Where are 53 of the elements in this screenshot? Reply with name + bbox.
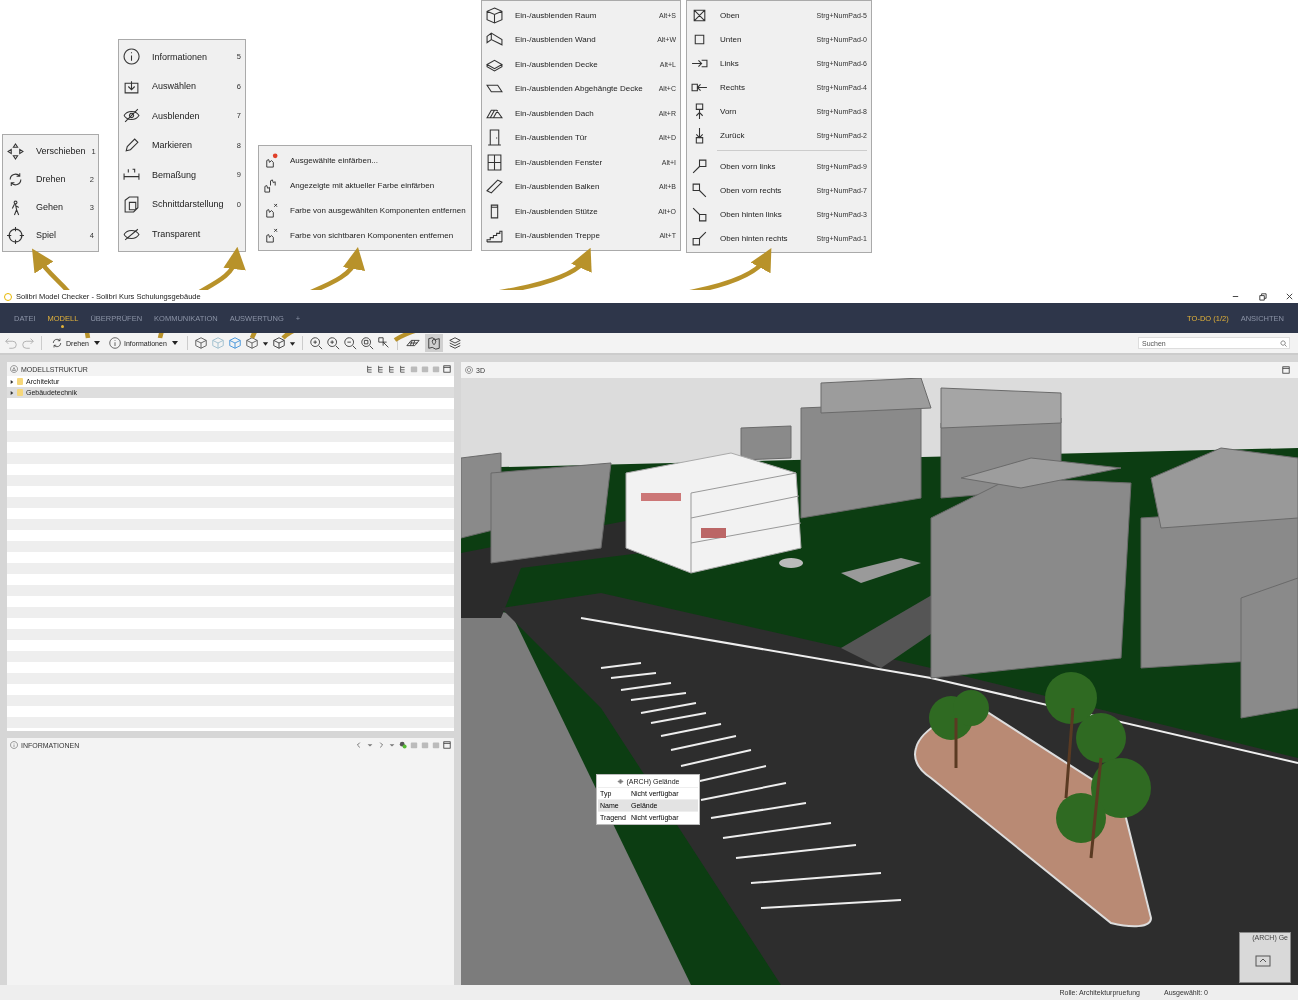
paint-hand-icon bbox=[263, 153, 278, 168]
component-icon bbox=[616, 778, 624, 785]
menu-item[interactable]: Farbe von ausgewählten Komponenten entfernen bbox=[259, 198, 471, 223]
window-icon bbox=[486, 153, 503, 171]
caret-icon[interactable] bbox=[366, 741, 374, 749]
paint-hand-icon bbox=[263, 228, 278, 243]
pencil-icon bbox=[123, 136, 140, 154]
door-icon bbox=[486, 129, 503, 147]
caret-icon[interactable] bbox=[388, 741, 396, 749]
tree-view-icon[interactable] bbox=[377, 365, 385, 373]
close-icon[interactable] bbox=[1285, 292, 1294, 301]
menu-item[interactable]: Ausgewählte einfärben... bbox=[259, 148, 471, 173]
zoom-selection-icon[interactable] bbox=[359, 336, 374, 350]
paint-hands-icon bbox=[263, 178, 278, 193]
view-corner-icon bbox=[691, 157, 708, 175]
pointer-icon[interactable] bbox=[376, 336, 391, 350]
3d-scene-drawing[interactable] bbox=[461, 378, 1298, 985]
restore-icon[interactable] bbox=[1258, 292, 1267, 301]
crosshair-icon bbox=[7, 226, 24, 244]
rotate-icon bbox=[7, 170, 24, 188]
map-pin-icon[interactable] bbox=[424, 334, 443, 352]
tree-view-icon[interactable] bbox=[366, 365, 374, 373]
beam-icon bbox=[486, 178, 503, 196]
zoom-fit-icon[interactable] bbox=[308, 336, 323, 350]
menu-item[interactable]: Transparent bbox=[119, 219, 245, 249]
maximize-icon[interactable] bbox=[443, 365, 451, 373]
expand-arrow-icon[interactable] bbox=[10, 379, 14, 384]
menu-item[interactable]: Farbe von sichtbaren Komponenten entfernen bbox=[259, 223, 471, 248]
maximize-icon[interactable] bbox=[1282, 366, 1290, 374]
paint-hand-icon bbox=[263, 203, 278, 218]
expand-arrow-icon[interactable] bbox=[10, 390, 14, 395]
paint-icon[interactable] bbox=[399, 741, 407, 749]
wall-icon bbox=[486, 31, 503, 49]
menu-item[interactable]: Angezeigte mit aktueller Farbe einfärben bbox=[259, 173, 471, 198]
info-icon bbox=[108, 337, 121, 349]
move-arrows-icon bbox=[7, 142, 24, 160]
rotate-icon bbox=[51, 337, 63, 349]
zoom-out-icon[interactable] bbox=[342, 336, 357, 350]
info-icon bbox=[10, 741, 18, 749]
view-corner-icon bbox=[691, 205, 708, 223]
boxes-icon[interactable] bbox=[193, 336, 208, 350]
zoom-in-icon[interactable] bbox=[325, 336, 340, 350]
model-tree-icon bbox=[10, 365, 18, 373]
section-box-icon bbox=[123, 195, 140, 213]
info-icon bbox=[123, 48, 140, 66]
search-icon bbox=[1280, 339, 1287, 347]
tree-view-icon[interactable] bbox=[399, 365, 407, 373]
view-corner-icon bbox=[691, 181, 708, 199]
frame-icon bbox=[1254, 953, 1272, 969]
view-corner-icon bbox=[691, 229, 708, 247]
maximize-icon[interactable] bbox=[443, 741, 451, 749]
hidden-eye-icon bbox=[123, 107, 140, 125]
tree-view-icon[interactable] bbox=[388, 365, 396, 373]
